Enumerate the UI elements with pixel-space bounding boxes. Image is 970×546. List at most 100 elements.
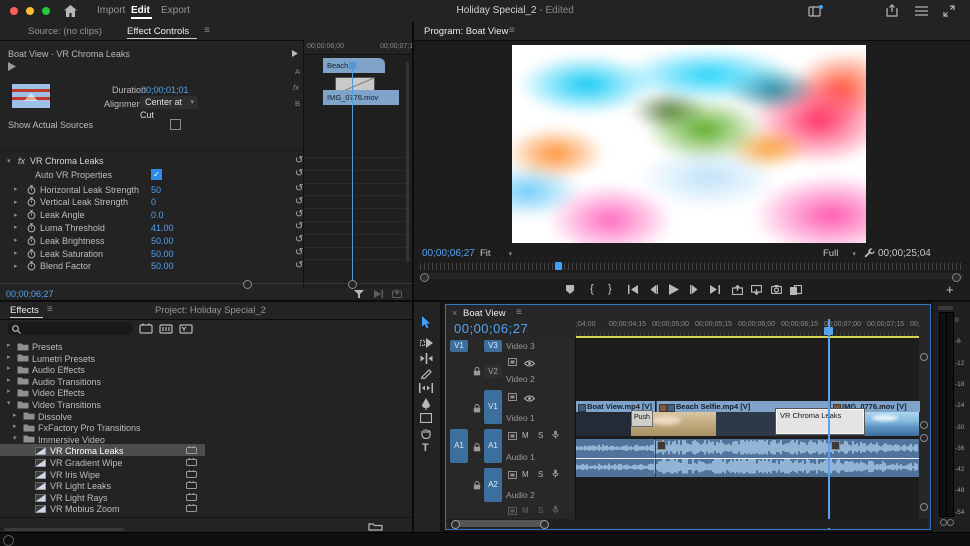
- track-select-forward-tool-icon[interactable]: [420, 338, 433, 348]
- expand-param-icon[interactable]: ▸: [14, 211, 18, 219]
- sync-lock-icon[interactable]: [508, 358, 517, 366]
- track-target-v2[interactable]: V2: [484, 365, 502, 378]
- share-export-icon[interactable]: [886, 4, 898, 17]
- home-icon[interactable]: [64, 5, 77, 17]
- export-frame-icon[interactable]: [771, 285, 782, 294]
- close-panel-icon[interactable]: ×: [452, 308, 457, 318]
- effects-tree-item-vr-light-rays[interactable]: VR Light Rays: [0, 491, 205, 503]
- ripple-edit-tool-icon[interactable]: [420, 353, 433, 364]
- toggle-animation-stopwatch-icon[interactable]: [27, 197, 36, 207]
- go-to-in-icon[interactable]: [628, 285, 638, 294]
- step-back-icon[interactable]: [649, 285, 658, 294]
- chevron-right-icon[interactable]: ▸: [7, 363, 11, 375]
- pen-tool-icon[interactable]: [421, 398, 431, 410]
- effects-tree-item-video-effects[interactable]: ▸Video Effects: [0, 386, 205, 398]
- slip-tool-icon[interactable]: [419, 383, 433, 393]
- toggle-animation-stopwatch-icon[interactable]: [27, 261, 36, 271]
- sync-lock-icon[interactable]: [508, 471, 517, 479]
- section-chevron-icon[interactable]: ▾: [7, 157, 11, 165]
- effects-tree-item-vr-light-leaks[interactable]: VR Light Leaks: [0, 479, 205, 491]
- program-scrub-ruler[interactable]: [420, 263, 964, 270]
- rectangle-tool-icon[interactable]: [420, 413, 432, 423]
- expand-param-icon[interactable]: ▸: [14, 185, 18, 193]
- expand-param-icon[interactable]: ▸: [14, 236, 18, 244]
- playback-resolution-dropdown[interactable]: Full▾: [823, 248, 856, 259]
- effects-tree-item-vr-chroma-leaks[interactable]: VR Chroma Leaks: [0, 444, 205, 456]
- effects-search-input[interactable]: [7, 322, 133, 335]
- timeline-hscrollbar[interactable]: [452, 520, 547, 527]
- chevron-right-icon[interactable]: ▸: [7, 375, 11, 387]
- mark-in-icon[interactable]: {: [590, 283, 594, 295]
- add-marker-icon[interactable]: [566, 285, 575, 295]
- hand-tool-icon[interactable]: [420, 428, 432, 439]
- step-forward-icon[interactable]: [690, 285, 699, 294]
- toggle-animation-stopwatch-icon[interactable]: [27, 236, 36, 246]
- track-target-a2[interactable]: A2: [484, 468, 502, 502]
- nav-import[interactable]: Import: [97, 5, 125, 16]
- voice-over-mic-icon[interactable]: [552, 505, 559, 514]
- param-value[interactable]: 50.00: [151, 261, 174, 271]
- meter-mono-icon[interactable]: [940, 519, 947, 526]
- track-target-v3[interactable]: V3: [484, 340, 502, 352]
- panel-menu-icon[interactable]: ≡: [509, 25, 515, 36]
- effect-title[interactable]: VR Chroma Leaks: [30, 156, 104, 166]
- track-resize-handle[interactable]: [920, 434, 928, 442]
- transition-push[interactable]: Push: [631, 410, 653, 427]
- track-output-eye-icon[interactable]: [524, 395, 535, 402]
- play-audio-loop-icon[interactable]: [374, 290, 383, 298]
- sync-lock-icon[interactable]: [508, 393, 517, 401]
- zoom-handle-left[interactable]: [451, 520, 460, 529]
- type-tool-icon[interactable]: T: [422, 442, 429, 454]
- panel-menu-icon[interactable]: ≡: [47, 304, 53, 315]
- expand-param-icon[interactable]: ▸: [14, 249, 18, 257]
- mute-button[interactable]: M: [522, 470, 529, 479]
- extract-icon[interactable]: [751, 285, 762, 295]
- voice-over-mic-icon[interactable]: [552, 430, 559, 439]
- effects-tree-item-audio-effects[interactable]: ▸Audio Effects: [0, 363, 205, 375]
- meter-stereo-icon[interactable]: [947, 519, 954, 526]
- volume-rubber-band[interactable]: [576, 458, 919, 459]
- go-to-out-icon[interactable]: [710, 285, 720, 294]
- tab-effects[interactable]: Effects: [10, 305, 39, 316]
- param-value[interactable]: 50: [151, 185, 161, 195]
- lock-icon[interactable]: [473, 443, 481, 452]
- selection-tool-icon[interactable]: [421, 316, 432, 328]
- filter-properties-icon[interactable]: [354, 290, 364, 298]
- tab-program-monitor[interactable]: Program: Boat View: [424, 26, 508, 37]
- effects-tree-item-presets[interactable]: ▸Presets: [0, 340, 205, 352]
- param-value[interactable]: 0.0: [151, 210, 164, 220]
- settings-wrench-icon[interactable]: [864, 248, 875, 258]
- play-transition-icon[interactable]: [8, 62, 16, 71]
- track-target-a1[interactable]: A1: [484, 429, 502, 463]
- button-editor-plus-icon[interactable]: +: [946, 282, 954, 297]
- track-resize-handle[interactable]: [920, 503, 928, 511]
- effects-tree-item-audio-transitions[interactable]: ▸Audio Transitions: [0, 375, 205, 387]
- transition-vr-chroma-leaks[interactable]: VR Chroma Leaks: [776, 409, 864, 434]
- lock-icon[interactable]: [473, 481, 481, 490]
- source-patch-a1[interactable]: A1: [450, 429, 468, 463]
- duration-value[interactable]: 00;00;01;01: [141, 85, 189, 95]
- thirtytwo-bit-filter-icon[interactable]: [159, 323, 173, 334]
- alignment-dropdown[interactable]: Center at Cut ▾: [140, 96, 198, 109]
- voice-over-mic-icon[interactable]: [552, 469, 559, 478]
- track-resize-handle[interactable]: [920, 353, 928, 361]
- toggle-animation-stopwatch-icon[interactable]: [27, 223, 36, 233]
- effects-tree-item-vr-iris-wipe[interactable]: VR Iris Wipe: [0, 468, 205, 480]
- timeline-playhead-handle[interactable]: [824, 327, 833, 335]
- new-custom-bin-icon[interactable]: [368, 522, 383, 531]
- effect-controls-scrollbar[interactable]: [406, 62, 409, 262]
- effects-tree-item-fxfactory-pro-transitions[interactable]: ▸FxFactory Pro Transitions: [0, 421, 205, 433]
- nav-edit[interactable]: Edit: [131, 5, 150, 16]
- lock-icon[interactable]: [473, 404, 481, 413]
- expand-param-icon[interactable]: ▸: [14, 262, 18, 270]
- timeline-timecode[interactable]: 00;00;06;27: [454, 321, 528, 336]
- param-value[interactable]: 0: [151, 197, 156, 207]
- effects-hscrollbar[interactable]: [4, 528, 124, 531]
- minimize-window-button[interactable]: [26, 7, 34, 15]
- solo-button[interactable]: S: [538, 470, 543, 479]
- tab-source-monitor[interactable]: Source: (no clips): [28, 26, 102, 37]
- lane-ruler[interactable]: 00;00;06;00 00;00;07;15: [304, 40, 413, 55]
- lane-zoom-handle-right[interactable]: [348, 280, 357, 289]
- chevron-right-icon[interactable]: ▸: [13, 421, 17, 433]
- toggle-animation-stopwatch-icon[interactable]: [27, 210, 36, 220]
